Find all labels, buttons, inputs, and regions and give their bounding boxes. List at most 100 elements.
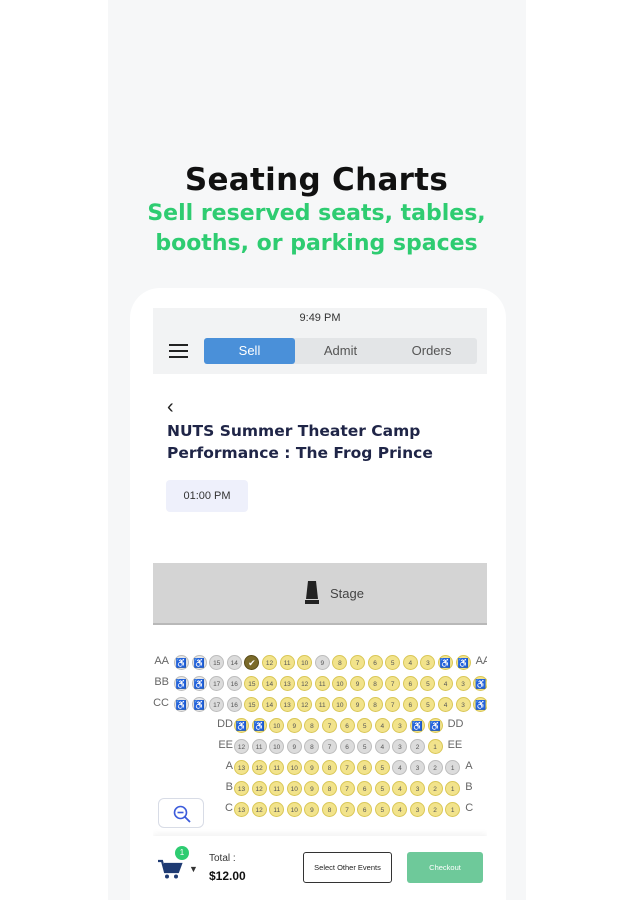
seat[interactable]: 1	[427, 739, 443, 754]
seat[interactable]: 17	[209, 697, 225, 712]
seat[interactable]: 2	[410, 739, 425, 754]
seat[interactable]: 10	[269, 739, 285, 754]
seat[interactable]: 7	[385, 676, 401, 691]
seat[interactable]: 6	[357, 802, 373, 817]
seat[interactable]: 17	[209, 676, 225, 691]
seat[interactable]: 8	[367, 676, 383, 691]
accessible-seat[interactable]: ♿	[191, 676, 207, 691]
seat[interactable]: 4	[438, 697, 453, 712]
back-arrow-icon[interactable]: ‹	[167, 396, 174, 419]
seat[interactable]: 3	[410, 781, 425, 796]
seat[interactable]: 2	[427, 781, 443, 796]
seat[interactable]: 12	[251, 760, 267, 775]
seat[interactable]: 4	[438, 676, 453, 691]
accessible-seat[interactable]: ♿	[234, 718, 249, 733]
seat[interactable]: 1	[445, 781, 461, 796]
seat[interactable]: 11	[269, 802, 285, 817]
seat[interactable]: 9	[286, 718, 302, 733]
seat[interactable]: 3	[455, 697, 471, 712]
seat[interactable]: 9	[350, 676, 365, 691]
seat[interactable]: 6	[339, 718, 355, 733]
accessible-seat[interactable]: ♿	[174, 676, 189, 691]
seat[interactable]: 3	[392, 739, 408, 754]
seat[interactable]: 3	[410, 760, 425, 775]
seat[interactable]: 7	[322, 718, 337, 733]
seat[interactable]: 14	[262, 697, 277, 712]
seat[interactable]: 4	[374, 739, 390, 754]
cart-icon[interactable]	[157, 858, 183, 880]
seat[interactable]: 6	[402, 676, 418, 691]
seat[interactable]: 5	[357, 718, 373, 733]
seat[interactable]: 9	[304, 781, 320, 796]
selected-seat[interactable]: ✔	[244, 655, 260, 670]
zoom-out-button[interactable]	[158, 798, 204, 828]
seat[interactable]: 12	[251, 781, 267, 796]
seat[interactable]: 16	[226, 676, 242, 691]
seat[interactable]: 13	[279, 697, 295, 712]
seat[interactable]: 9	[304, 802, 320, 817]
seat[interactable]: 13	[234, 781, 249, 796]
accessible-seat[interactable]: ♿	[427, 718, 443, 733]
seat[interactable]: 7	[385, 697, 401, 712]
seat[interactable]: 5	[420, 676, 436, 691]
accessible-seat[interactable]: ♿	[174, 697, 189, 712]
seat[interactable]: 6	[357, 760, 373, 775]
tab-sell[interactable]: Sell	[204, 338, 295, 364]
seat[interactable]: 11	[269, 760, 285, 775]
seat[interactable]: 4	[392, 781, 408, 796]
seat[interactable]: 8	[322, 781, 337, 796]
seat[interactable]: 4	[402, 655, 418, 670]
seat[interactable]: 4	[374, 718, 390, 733]
seat[interactable]: 3	[420, 655, 436, 670]
seat[interactable]: 16	[226, 697, 242, 712]
seat[interactable]: 13	[234, 760, 249, 775]
seat[interactable]: 10	[332, 676, 348, 691]
seat[interactable]: 10	[297, 655, 313, 670]
accessible-seat[interactable]: ♿	[191, 697, 207, 712]
seat[interactable]: 11	[279, 655, 295, 670]
seat[interactable]: 5	[420, 697, 436, 712]
seat[interactable]: 2	[427, 760, 443, 775]
seat[interactable]: 7	[339, 760, 355, 775]
seat[interactable]: 3	[392, 718, 408, 733]
seat[interactable]: 5	[357, 739, 373, 754]
menu-icon[interactable]	[169, 344, 188, 358]
seat[interactable]: 6	[367, 655, 383, 670]
seat[interactable]: 6	[402, 697, 418, 712]
accessible-seat[interactable]: ♿	[251, 718, 267, 733]
accessible-seat[interactable]: ♿	[473, 676, 487, 691]
seat[interactable]: 5	[374, 802, 390, 817]
seat[interactable]: 1	[445, 760, 461, 775]
seat[interactable]: 12	[251, 802, 267, 817]
seat[interactable]: 15	[244, 697, 260, 712]
seat[interactable]: 7	[339, 802, 355, 817]
seat[interactable]: 11	[251, 739, 267, 754]
tab-orders[interactable]: Orders	[386, 338, 477, 364]
seat[interactable]: 12	[297, 676, 313, 691]
seat[interactable]: 4	[392, 802, 408, 817]
seat[interactable]: 8	[304, 718, 320, 733]
seat[interactable]: 3	[410, 802, 425, 817]
seat[interactable]: 6	[357, 781, 373, 796]
seat[interactable]: 11	[314, 676, 330, 691]
seat[interactable]: 13	[279, 676, 295, 691]
seat[interactable]: 8	[322, 802, 337, 817]
chevron-down-icon[interactable]: ▼	[189, 864, 198, 874]
accessible-seat[interactable]: ♿	[473, 697, 487, 712]
seat[interactable]: 8	[367, 697, 383, 712]
seat[interactable]: 12	[297, 697, 313, 712]
seat[interactable]: 5	[385, 655, 401, 670]
seat[interactable]: 10	[286, 781, 302, 796]
seat[interactable]: 10	[269, 718, 285, 733]
seat[interactable]: 12	[262, 655, 277, 670]
checkout-button[interactable]: Checkout	[407, 852, 483, 883]
accessible-seat[interactable]: ♿	[438, 655, 453, 670]
seat[interactable]: 6	[339, 739, 355, 754]
select-other-events-button[interactable]: Select Other Events	[303, 852, 392, 883]
seat[interactable]: 3	[455, 676, 471, 691]
seat[interactable]: 4	[392, 760, 408, 775]
seat[interactable]: 13	[234, 802, 249, 817]
seat[interactable]: 5	[374, 760, 390, 775]
accessible-seat[interactable]: ♿	[191, 655, 207, 670]
seat[interactable]: 7	[322, 739, 337, 754]
